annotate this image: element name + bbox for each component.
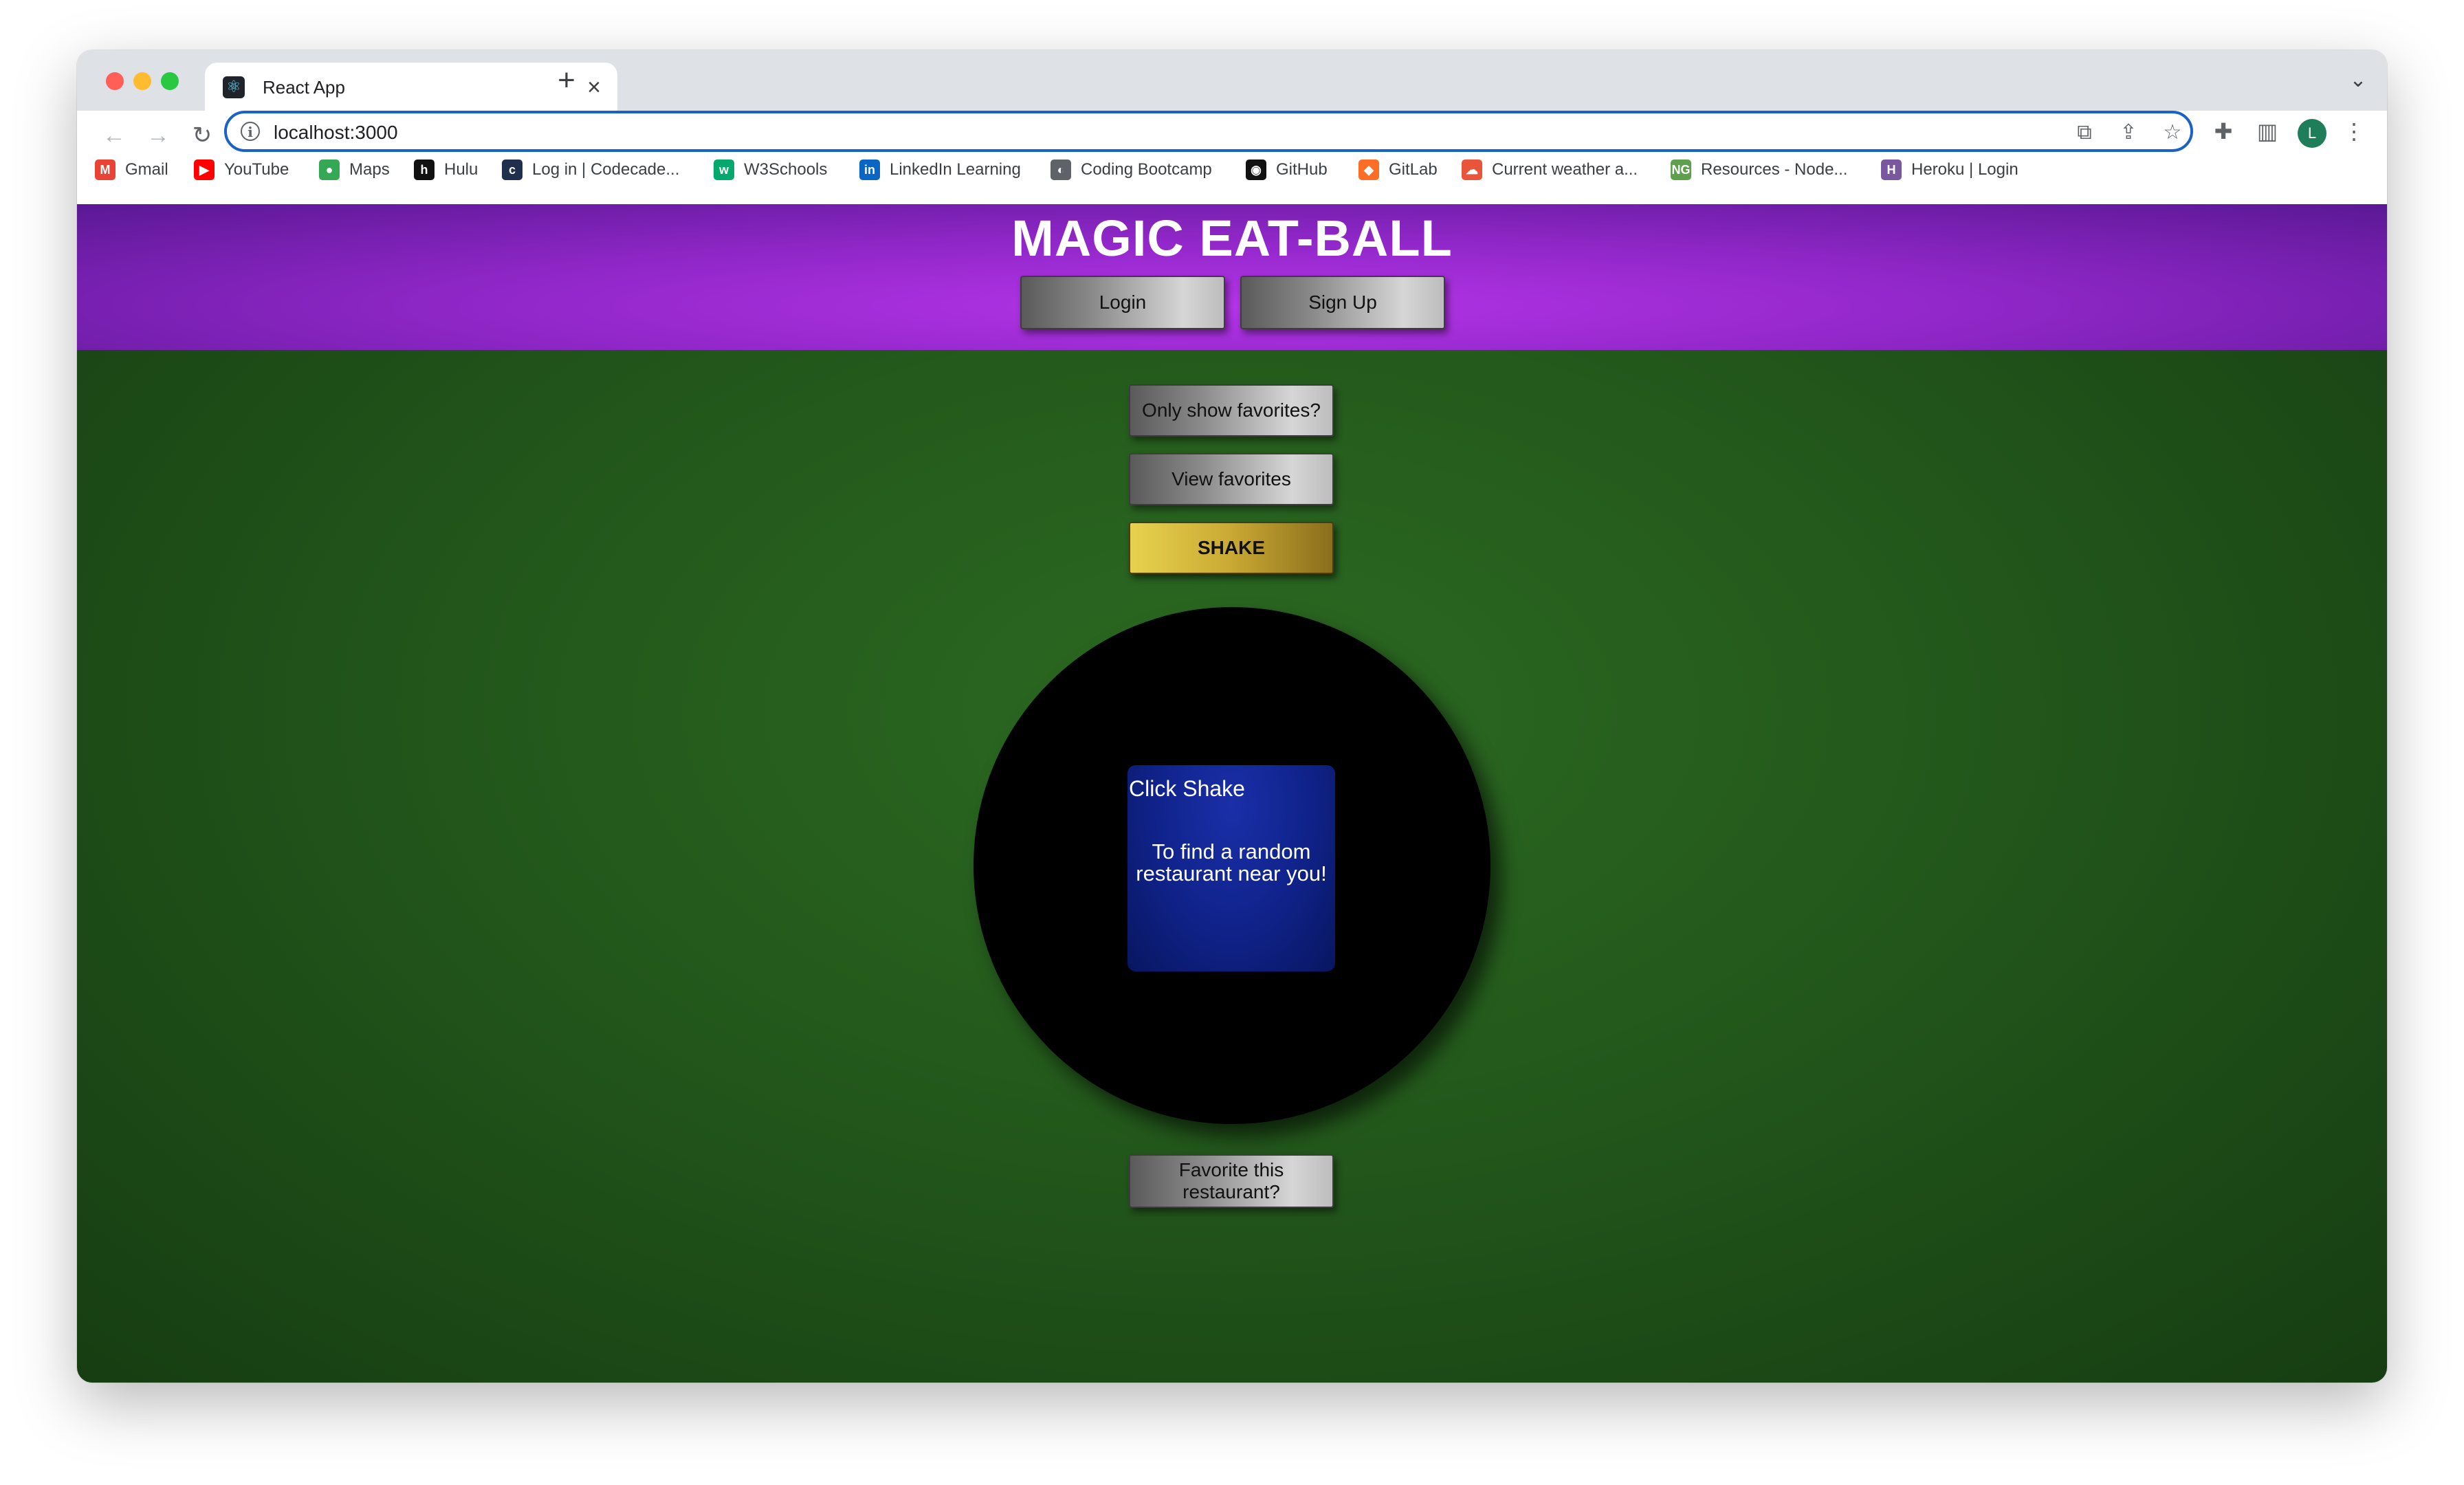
browser-window: ⚛ React App × + ⌄ ← → ↻ i localhost:3000… — [77, 50, 2387, 1383]
bookmarks-bar: M Gmail ▶ YouTube ● Maps h Hulu c Log in | Codeca… — [77, 153, 2387, 186]
app-header: MAGIC EAT-BALL Login Sign Up — [77, 204, 2387, 350]
side-panel-icon[interactable]: ▥ — [2251, 115, 2284, 148]
bookmark-star-icon[interactable]: ☆ — [2157, 118, 2188, 148]
bookmark-label: W3Schools — [744, 160, 828, 179]
share-icon[interactable]: ⇪ — [2113, 118, 2144, 148]
close-window-button[interactable] — [106, 72, 124, 90]
gmail-icon: M — [95, 160, 116, 180]
bookmark-label: Hulu — [444, 160, 478, 179]
only-show-favorites-button[interactable]: Only show favorites? — [1129, 384, 1334, 437]
ball-message: To find a random restaurant near you! — [1136, 839, 1327, 886]
bookmark-label: Gmail — [125, 160, 168, 179]
tab-strip: ⚛ React App × + ⌄ — [77, 50, 2387, 111]
weather-icon: ☁ — [1462, 160, 1482, 180]
bookmark-item[interactable]: ◆ GitLab — [1358, 153, 1438, 186]
new-tab-icon[interactable]: + — [550, 64, 583, 97]
bookmark-item[interactable]: NG Resources - Node... — [1671, 153, 1847, 186]
tab-title: React App — [263, 77, 345, 98]
bookmark-label: Maps — [349, 160, 390, 179]
sign-up-button[interactable]: Sign Up — [1240, 276, 1445, 329]
bookmark-label: GitLab — [1389, 160, 1438, 179]
bookmark-item[interactable]: ◉ GitHub — [1246, 153, 1328, 186]
login-button[interactable]: Login — [1020, 276, 1225, 329]
shake-button[interactable]: SHAKE — [1129, 522, 1334, 574]
maps-pin-icon: ● — [319, 160, 340, 180]
forward-arrow-icon[interactable]: → — [142, 119, 175, 152]
bookmark-label: LinkedIn Learning — [890, 160, 1021, 179]
reload-icon[interactable]: ↻ — [186, 119, 219, 152]
tab-search-icon[interactable]: ⌄ — [2343, 65, 2373, 96]
globe-icon: ◐ — [1050, 160, 1071, 180]
extensions-puzzle-icon[interactable]: ✚ — [2207, 115, 2240, 148]
open-in-app-icon[interactable]: ⧉ — [2069, 118, 2100, 148]
bookmark-item[interactable]: H Heroku | Login — [1881, 153, 2018, 186]
back-arrow-icon[interactable]: ← — [98, 119, 131, 152]
bookmark-label: GitHub — [1276, 160, 1328, 179]
url-text[interactable]: localhost:3000 — [274, 119, 398, 146]
bookmark-item[interactable]: h Hulu — [414, 153, 478, 186]
ball-answer-window: Click Shake To find a random restaurant … — [1128, 765, 1335, 971]
linkedin-icon: in — [859, 160, 880, 180]
react-logo-icon: ⚛ — [223, 76, 245, 98]
bookmark-item[interactable]: c Log in | Codecade... — [502, 153, 679, 186]
view-favorites-button[interactable]: View favorites — [1129, 453, 1334, 505]
site-info-icon[interactable]: i — [241, 122, 260, 141]
bookmark-label: Log in | Codecade... — [532, 160, 680, 179]
gitlab-icon: ◆ — [1358, 160, 1379, 180]
bookmark-label: Current weather a... — [1492, 160, 1638, 179]
bookmark-item[interactable]: ▶ YouTube — [194, 153, 289, 186]
w3schools-icon: w — [714, 160, 734, 180]
favorite-restaurant-button[interactable]: Favorite this restaurant? — [1129, 1154, 1334, 1208]
profile-avatar[interactable]: L — [2298, 119, 2326, 148]
youtube-icon: ▶ — [194, 160, 214, 180]
codecademy-icon: c — [502, 160, 522, 180]
bookmark-item[interactable]: in LinkedIn Learning — [859, 153, 1021, 186]
bookmark-item[interactable]: ◐ Coding Bootcamp — [1050, 153, 1212, 186]
zoom-window-button[interactable] — [161, 72, 179, 90]
bookmark-label: Coding Bootcamp — [1081, 160, 1212, 179]
hulu-icon: h — [414, 160, 434, 180]
bookmark-label: Resources - Node... — [1701, 160, 1848, 179]
github-icon: ◉ — [1246, 160, 1266, 180]
address-bar[interactable]: i localhost:3000 ⧉ ⇪ ☆ — [224, 111, 2193, 152]
page-content: MAGIC EAT-BALL Login Sign Up Only show f… — [77, 204, 2387, 1383]
heroku-icon: H — [1881, 160, 1902, 180]
ball-heading: Click Shake — [1129, 776, 1245, 801]
bookmark-item[interactable]: ☁ Current weather a... — [1462, 153, 1638, 186]
bookmark-label: Heroku | Login — [1911, 160, 2018, 179]
close-tab-icon[interactable]: × — [582, 75, 606, 100]
app-title: MAGIC EAT-BALL — [1011, 210, 1453, 267]
minimize-window-button[interactable] — [133, 72, 151, 90]
bookmark-item[interactable]: M Gmail — [95, 153, 168, 186]
bookmark-item[interactable]: w W3Schools — [714, 153, 827, 186]
bookmark-label: YouTube — [224, 160, 289, 179]
browser-menu-icon[interactable]: ⋮ — [2338, 115, 2370, 148]
main-area: Only show favorites? View favorites SHAK… — [77, 350, 2387, 1383]
node-icon: NG — [1671, 160, 1691, 180]
bookmark-item[interactable]: ● Maps — [319, 153, 390, 186]
